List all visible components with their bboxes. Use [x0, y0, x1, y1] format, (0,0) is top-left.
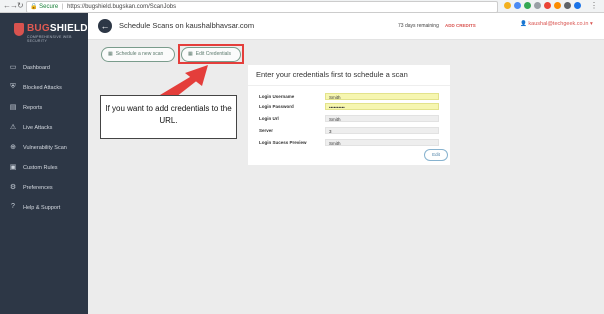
annotation-callout: If you want to add credentials to the UR… — [100, 95, 237, 139]
annotation-arrow — [150, 65, 208, 111]
